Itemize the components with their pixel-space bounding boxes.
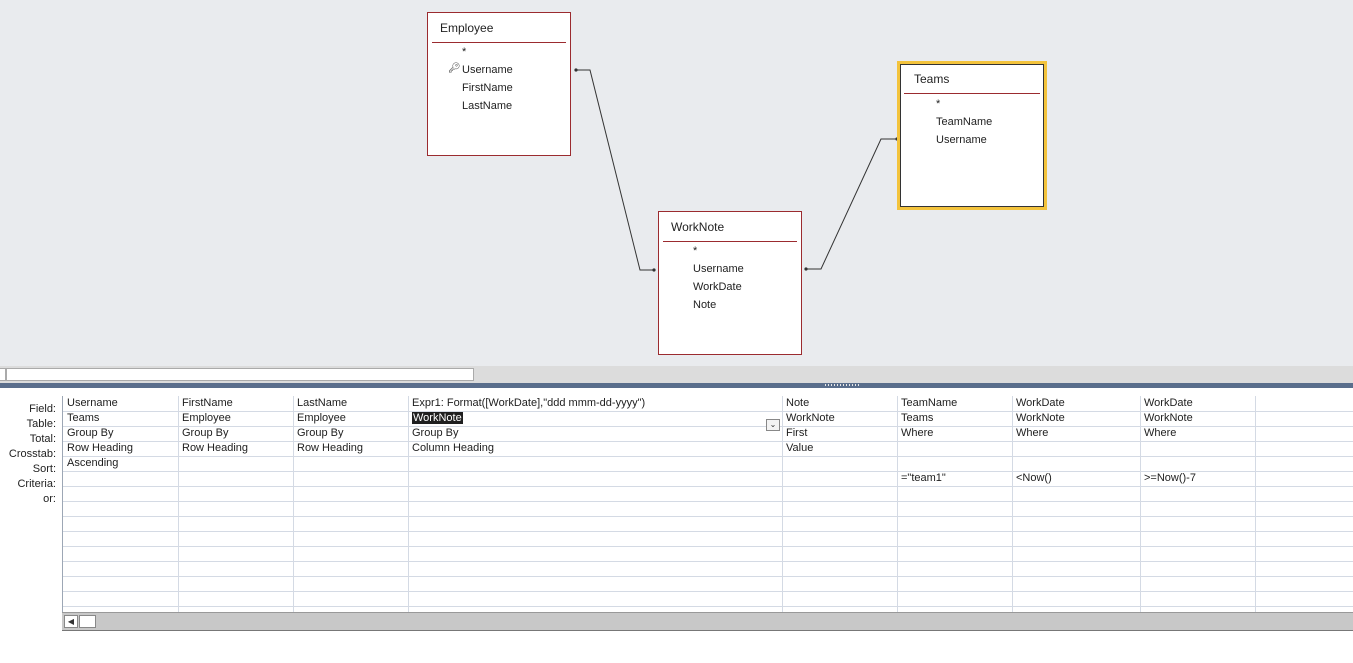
grid-column-line <box>1140 396 1141 622</box>
grid-cell-table[interactable]: WorkNote <box>1016 412 1065 424</box>
grid-cell-criteria[interactable]: ="team1" <box>901 472 946 484</box>
grid-row-line <box>63 516 1353 517</box>
divider <box>663 241 797 242</box>
field-item[interactable]: Username <box>462 64 513 76</box>
field-item[interactable]: * <box>693 245 697 257</box>
grid-row-line <box>63 546 1353 547</box>
grid-cell-table[interactable]: Teams <box>901 412 933 424</box>
grid-cell-field[interactable]: LastName <box>297 397 347 409</box>
grid-column-line <box>178 396 179 622</box>
grid-row-line <box>63 441 1353 442</box>
row-label-criteria: Criteria: <box>17 478 56 490</box>
grid-cell-table[interactable]: WorkNote <box>786 412 835 424</box>
table-box-teams[interactable]: Teams * TeamName Username <box>897 61 1047 210</box>
grid-cell-field[interactable]: WorkDate <box>1144 397 1193 409</box>
divider <box>432 42 566 43</box>
table-title: Teams <box>914 72 950 86</box>
divider <box>904 93 1040 94</box>
grid-row-line <box>63 456 1353 457</box>
grid-cell-table[interactable]: Employee <box>297 412 346 424</box>
chevron-down-icon[interactable]: ⌄ <box>766 419 780 431</box>
field-item[interactable]: TeamName <box>936 116 992 128</box>
grid-cell-field[interactable]: FirstName <box>182 397 233 409</box>
arrow-left-icon[interactable]: ◀ <box>64 615 78 628</box>
grid-cell-total[interactable]: Group By <box>182 427 228 439</box>
grid-row-line <box>63 486 1353 487</box>
field-item[interactable]: WorkDate <box>693 281 742 293</box>
field-item[interactable]: FirstName <box>462 82 513 94</box>
field-item[interactable]: * <box>936 98 940 110</box>
table-box-employee[interactable]: Employee * 🔑︎ Username FirstName LastNam… <box>427 12 571 156</box>
row-label-or: or: <box>43 493 56 505</box>
grid-cell-total[interactable]: First <box>786 427 807 439</box>
grid-cell-field[interactable]: Username <box>67 397 118 409</box>
grid-cell-criteria[interactable]: <Now() <box>1016 472 1052 484</box>
grid-cell-crosstab[interactable]: Column Heading <box>412 442 494 454</box>
grid-cell-crosstab[interactable]: Row Heading <box>182 442 248 454</box>
query-design-area[interactable]: Employee * 🔑︎ Username FirstName LastNam… <box>0 0 1353 366</box>
grid-cell-sort[interactable]: Ascending <box>67 457 118 469</box>
table-title: WorkNote <box>671 220 725 234</box>
splitter-grip[interactable] <box>825 384 859 386</box>
grid-cell-field[interactable]: Note <box>786 397 809 409</box>
grid-cell-total[interactable]: Where <box>1144 427 1176 439</box>
grid-cell-criteria[interactable]: >=Now()-7 <box>1144 472 1196 484</box>
grid-cell-field[interactable]: WorkDate <box>1016 397 1065 409</box>
join-worknote-teams <box>806 138 897 270</box>
grid-row-line <box>63 591 1353 592</box>
field-item[interactable]: Username <box>693 263 744 275</box>
table-title: Employee <box>440 21 494 35</box>
grid-cell-crosstab[interactable]: Row Heading <box>67 442 133 454</box>
row-label-crosstab: Crosstab: <box>8 448 56 460</box>
grid-cell-table[interactable]: WorkNote <box>1144 412 1193 424</box>
grid-cell-crosstab[interactable]: Value <box>786 442 813 454</box>
grid-cell-total[interactable]: Group By <box>412 427 458 439</box>
field-item[interactable]: LastName <box>462 100 512 112</box>
field-item[interactable]: * <box>462 46 466 58</box>
scrollbar-thumb[interactable] <box>6 368 474 381</box>
grid-row-line <box>63 501 1353 502</box>
grid-cell-total[interactable]: Where <box>901 427 933 439</box>
grid-cell-table[interactable]: Teams <box>67 412 99 424</box>
grid-cell-table[interactable]: WorkNote <box>412 412 463 424</box>
design-area-scrollbar[interactable] <box>0 366 1353 383</box>
grid-column-line <box>782 396 783 622</box>
grid-cell-table[interactable]: Employee <box>182 412 231 424</box>
grid-cell-total[interactable]: Group By <box>67 427 113 439</box>
grid-column-line <box>1255 396 1256 622</box>
field-item[interactable]: Note <box>693 299 716 311</box>
grid-cell-crosstab[interactable]: Row Heading <box>297 442 363 454</box>
grid-column-line <box>897 396 898 622</box>
field-item[interactable]: Username <box>936 134 987 146</box>
grid-column-line <box>293 396 294 622</box>
query-grid-pane: Field: Table: Total: Crosstab: Sort: Cri… <box>0 388 1353 663</box>
grid-row-line <box>63 531 1353 532</box>
grid-cell-field[interactable]: TeamName <box>901 397 957 409</box>
key-icon: 🔑︎ <box>448 63 461 74</box>
row-label-total: Total: <box>29 433 56 445</box>
row-label-sort: Sort: <box>32 463 56 475</box>
row-label-field: Field: <box>29 403 56 415</box>
grid-cell-field[interactable]: Expr1: Format([WorkDate],"ddd mmm-dd-yyy… <box>412 397 645 409</box>
grid-scrollbar[interactable]: ◀ <box>62 612 1353 631</box>
grid-row-line <box>63 576 1353 577</box>
join-employee-worknote <box>576 69 654 271</box>
design-grid[interactable]: Username Teams Group By Row Heading Ascendin… <box>62 396 1353 622</box>
grid-row-line <box>63 606 1353 607</box>
grid-column-line <box>408 396 409 622</box>
grid-column-line <box>1012 396 1013 622</box>
grid-cell-total[interactable]: Group By <box>297 427 343 439</box>
grid-cell-total[interactable]: Where <box>1016 427 1048 439</box>
row-label-table: Table: <box>26 418 56 430</box>
table-box-worknote[interactable]: WorkNote * Username WorkDate Note <box>658 211 802 355</box>
grid-row-line <box>63 561 1353 562</box>
scrollbar-thumb[interactable] <box>79 615 96 628</box>
